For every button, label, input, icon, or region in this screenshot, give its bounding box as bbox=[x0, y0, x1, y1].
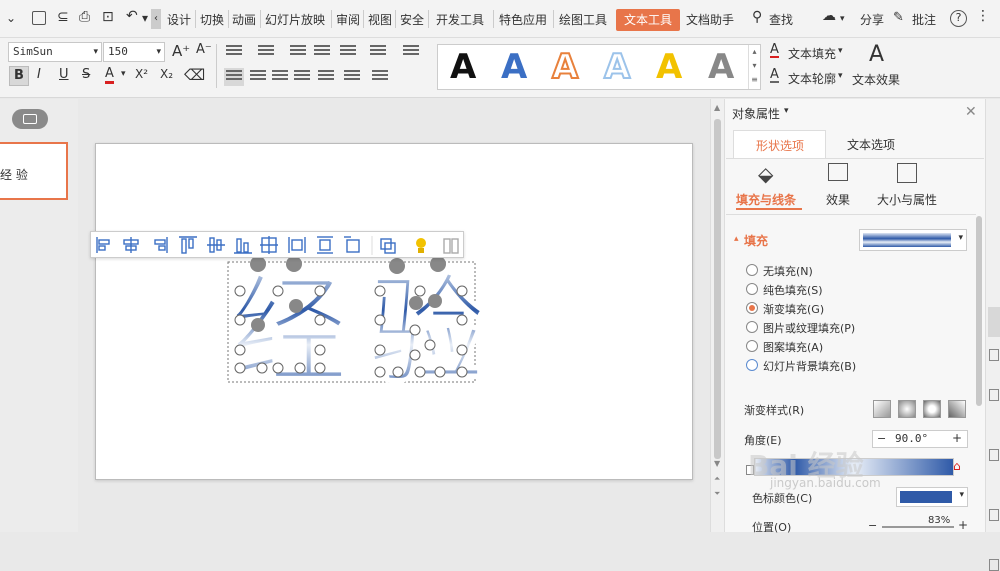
gradient-rect-icon[interactable] bbox=[923, 400, 941, 418]
radio-gradient-fill[interactable] bbox=[746, 302, 758, 314]
subtab-fill-line[interactable]: 填充与线条 bbox=[736, 191, 796, 208]
prev-slide-icon[interactable]: ⏶ bbox=[714, 474, 720, 484]
label-gradient-fill: 渐变填充(G) bbox=[763, 303, 825, 316]
radio-no-fill[interactable] bbox=[746, 264, 758, 276]
chevron-down-icon[interactable]: ▾ bbox=[838, 46, 843, 56]
scroll-up-icon[interactable]: ▲ bbox=[714, 103, 720, 112]
gradient-preset-select[interactable]: ▾ bbox=[859, 229, 967, 251]
size-property-icon[interactable] bbox=[897, 163, 917, 183]
distribute-horizontal-icon[interactable] bbox=[288, 237, 306, 253]
cloud-sync-icon[interactable]: ☁ bbox=[822, 8, 836, 24]
position-label: 位置(O) bbox=[752, 521, 792, 534]
label-picture-fill: 图片或纹理填充(P) bbox=[763, 322, 856, 335]
chevron-down-icon: ▾ bbox=[958, 233, 963, 243]
align-toolbar bbox=[90, 231, 464, 258]
distribute-vertical-icon[interactable] bbox=[317, 236, 333, 254]
text-outline-button[interactable]: 文本轮廓 bbox=[788, 70, 836, 87]
help-icon[interactable]: ? bbox=[950, 10, 967, 27]
delete-stop-icon[interactable]: ⌂ bbox=[953, 459, 961, 473]
align-right-objects-icon[interactable] bbox=[154, 237, 168, 253]
group-objects-icon[interactable] bbox=[380, 238, 396, 254]
text-effect-button[interactable]: 文本效果 bbox=[852, 71, 900, 88]
angle-minus-icon[interactable]: − bbox=[877, 432, 886, 445]
align-middle-objects-icon[interactable] bbox=[207, 237, 225, 253]
text-style-gray[interactable]: A bbox=[708, 47, 734, 87]
panel-title: 对象属性 bbox=[732, 107, 781, 121]
color-stop-label: 色标颜色(C) bbox=[752, 492, 813, 505]
search-button[interactable]: 查找 bbox=[769, 11, 793, 28]
radio-picture-fill[interactable] bbox=[746, 321, 758, 333]
align-center-objects-icon[interactable] bbox=[123, 237, 139, 253]
label-slide-bg-fill: 幻灯片背景填充(B) bbox=[763, 360, 857, 373]
side-toolbar bbox=[985, 99, 1000, 571]
side-tool-icon[interactable] bbox=[989, 349, 999, 361]
text-fill-button[interactable]: 文本填充 bbox=[788, 45, 836, 62]
collapse-icon[interactable]: ▴ bbox=[734, 234, 739, 244]
label-pattern-fill: 图案填充(A) bbox=[763, 341, 824, 354]
gradient-linear-icon[interactable] bbox=[873, 400, 891, 418]
properties-side-icon[interactable] bbox=[988, 307, 1000, 337]
align-bottom-objects-icon[interactable] bbox=[234, 238, 252, 254]
label-no-fill: 无填充(N) bbox=[763, 265, 813, 278]
gradient-style-label: 渐变样式(R) bbox=[744, 404, 805, 417]
tab-text-options[interactable]: 文本选项 bbox=[847, 136, 895, 153]
radio-slide-bg-fill[interactable] bbox=[746, 359, 758, 371]
scroll-down-icon[interactable]: ▼ bbox=[714, 459, 720, 468]
angle-plus-icon[interactable]: + bbox=[952, 431, 962, 445]
angle-input[interactable]: − 90.0° + bbox=[872, 430, 968, 448]
side-tool-icon[interactable] bbox=[989, 509, 999, 521]
next-slide-icon[interactable]: ⏷ bbox=[714, 489, 720, 499]
chevron-down-icon[interactable]: ▾ bbox=[784, 106, 789, 116]
cloud-dropdown-icon[interactable]: ▾ bbox=[840, 14, 845, 24]
effect-icon[interactable] bbox=[828, 163, 848, 181]
color-stop-select[interactable]: ▾ bbox=[896, 487, 968, 507]
side-tool-icon[interactable] bbox=[989, 559, 999, 571]
gradient-path-icon[interactable] bbox=[948, 400, 966, 418]
canvas-scrollbar[interactable]: ▲ ▼ ⏶ ⏷ bbox=[710, 99, 724, 532]
wordart-layer: 经 验 bbox=[227, 256, 487, 401]
position-slider[interactable] bbox=[882, 526, 954, 528]
comment-icon: ✎ bbox=[893, 10, 904, 25]
label-solid-fill: 纯色填充(S) bbox=[763, 284, 823, 297]
radio-pattern-fill[interactable] bbox=[746, 340, 758, 352]
position-value: 83% bbox=[928, 515, 951, 526]
tab-shape-options[interactable]: 形状选项 bbox=[733, 130, 826, 158]
text-outline-icon[interactable]: A bbox=[770, 68, 779, 83]
tab-shape-label: 形状选项 bbox=[756, 139, 805, 153]
panel-scrollbar[interactable] bbox=[976, 216, 982, 406]
align-top-objects-icon[interactable] bbox=[179, 236, 197, 254]
lightbulb-icon[interactable] bbox=[416, 238, 426, 253]
text-effect-icon[interactable]: A bbox=[869, 42, 884, 67]
comment-button[interactable]: 批注 bbox=[912, 11, 936, 28]
section-fill[interactable]: 填充 bbox=[744, 232, 768, 249]
side-tool-icon[interactable] bbox=[989, 389, 999, 401]
split-icon[interactable] bbox=[443, 238, 459, 254]
align-center-both-icon[interactable] bbox=[260, 236, 278, 254]
gradient-radial-icon[interactable] bbox=[898, 400, 916, 418]
gallery-scroll-icon[interactable]: ▴ ▾ ≡ bbox=[748, 45, 760, 89]
search-icon[interactable]: ⚲ bbox=[752, 9, 762, 25]
align-left-objects-icon[interactable] bbox=[96, 237, 110, 253]
position-minus-icon[interactable]: − bbox=[868, 519, 877, 532]
subtab-effect[interactable]: 效果 bbox=[826, 191, 850, 208]
close-icon[interactable]: ✕ bbox=[965, 104, 977, 120]
wordart-char-jing[interactable]: 经 bbox=[230, 262, 349, 401]
wordart-char-yan[interactable]: 验 bbox=[368, 262, 487, 401]
chevron-down-icon: ▾ bbox=[959, 490, 964, 500]
fill-bucket-icon[interactable]: ⬙ bbox=[758, 162, 773, 186]
radio-solid-fill[interactable] bbox=[746, 283, 758, 295]
share-button[interactable]: 分享 bbox=[860, 11, 884, 28]
scroll-thumb[interactable] bbox=[714, 119, 721, 459]
more-icon[interactable]: ⋮ bbox=[976, 8, 990, 24]
angle-value: 90.0° bbox=[895, 432, 929, 445]
fit-canvas-icon[interactable] bbox=[344, 236, 360, 253]
position-plus-icon[interactable]: + bbox=[958, 518, 968, 532]
side-tool-icon[interactable] bbox=[989, 449, 999, 461]
text-fill-icon[interactable]: A bbox=[770, 43, 779, 58]
subtab-size[interactable]: 大小与属性 bbox=[877, 191, 937, 208]
chevron-down-icon[interactable]: ▾ bbox=[838, 71, 843, 81]
watermark-url: jingyan.baidu.com bbox=[770, 476, 881, 490]
